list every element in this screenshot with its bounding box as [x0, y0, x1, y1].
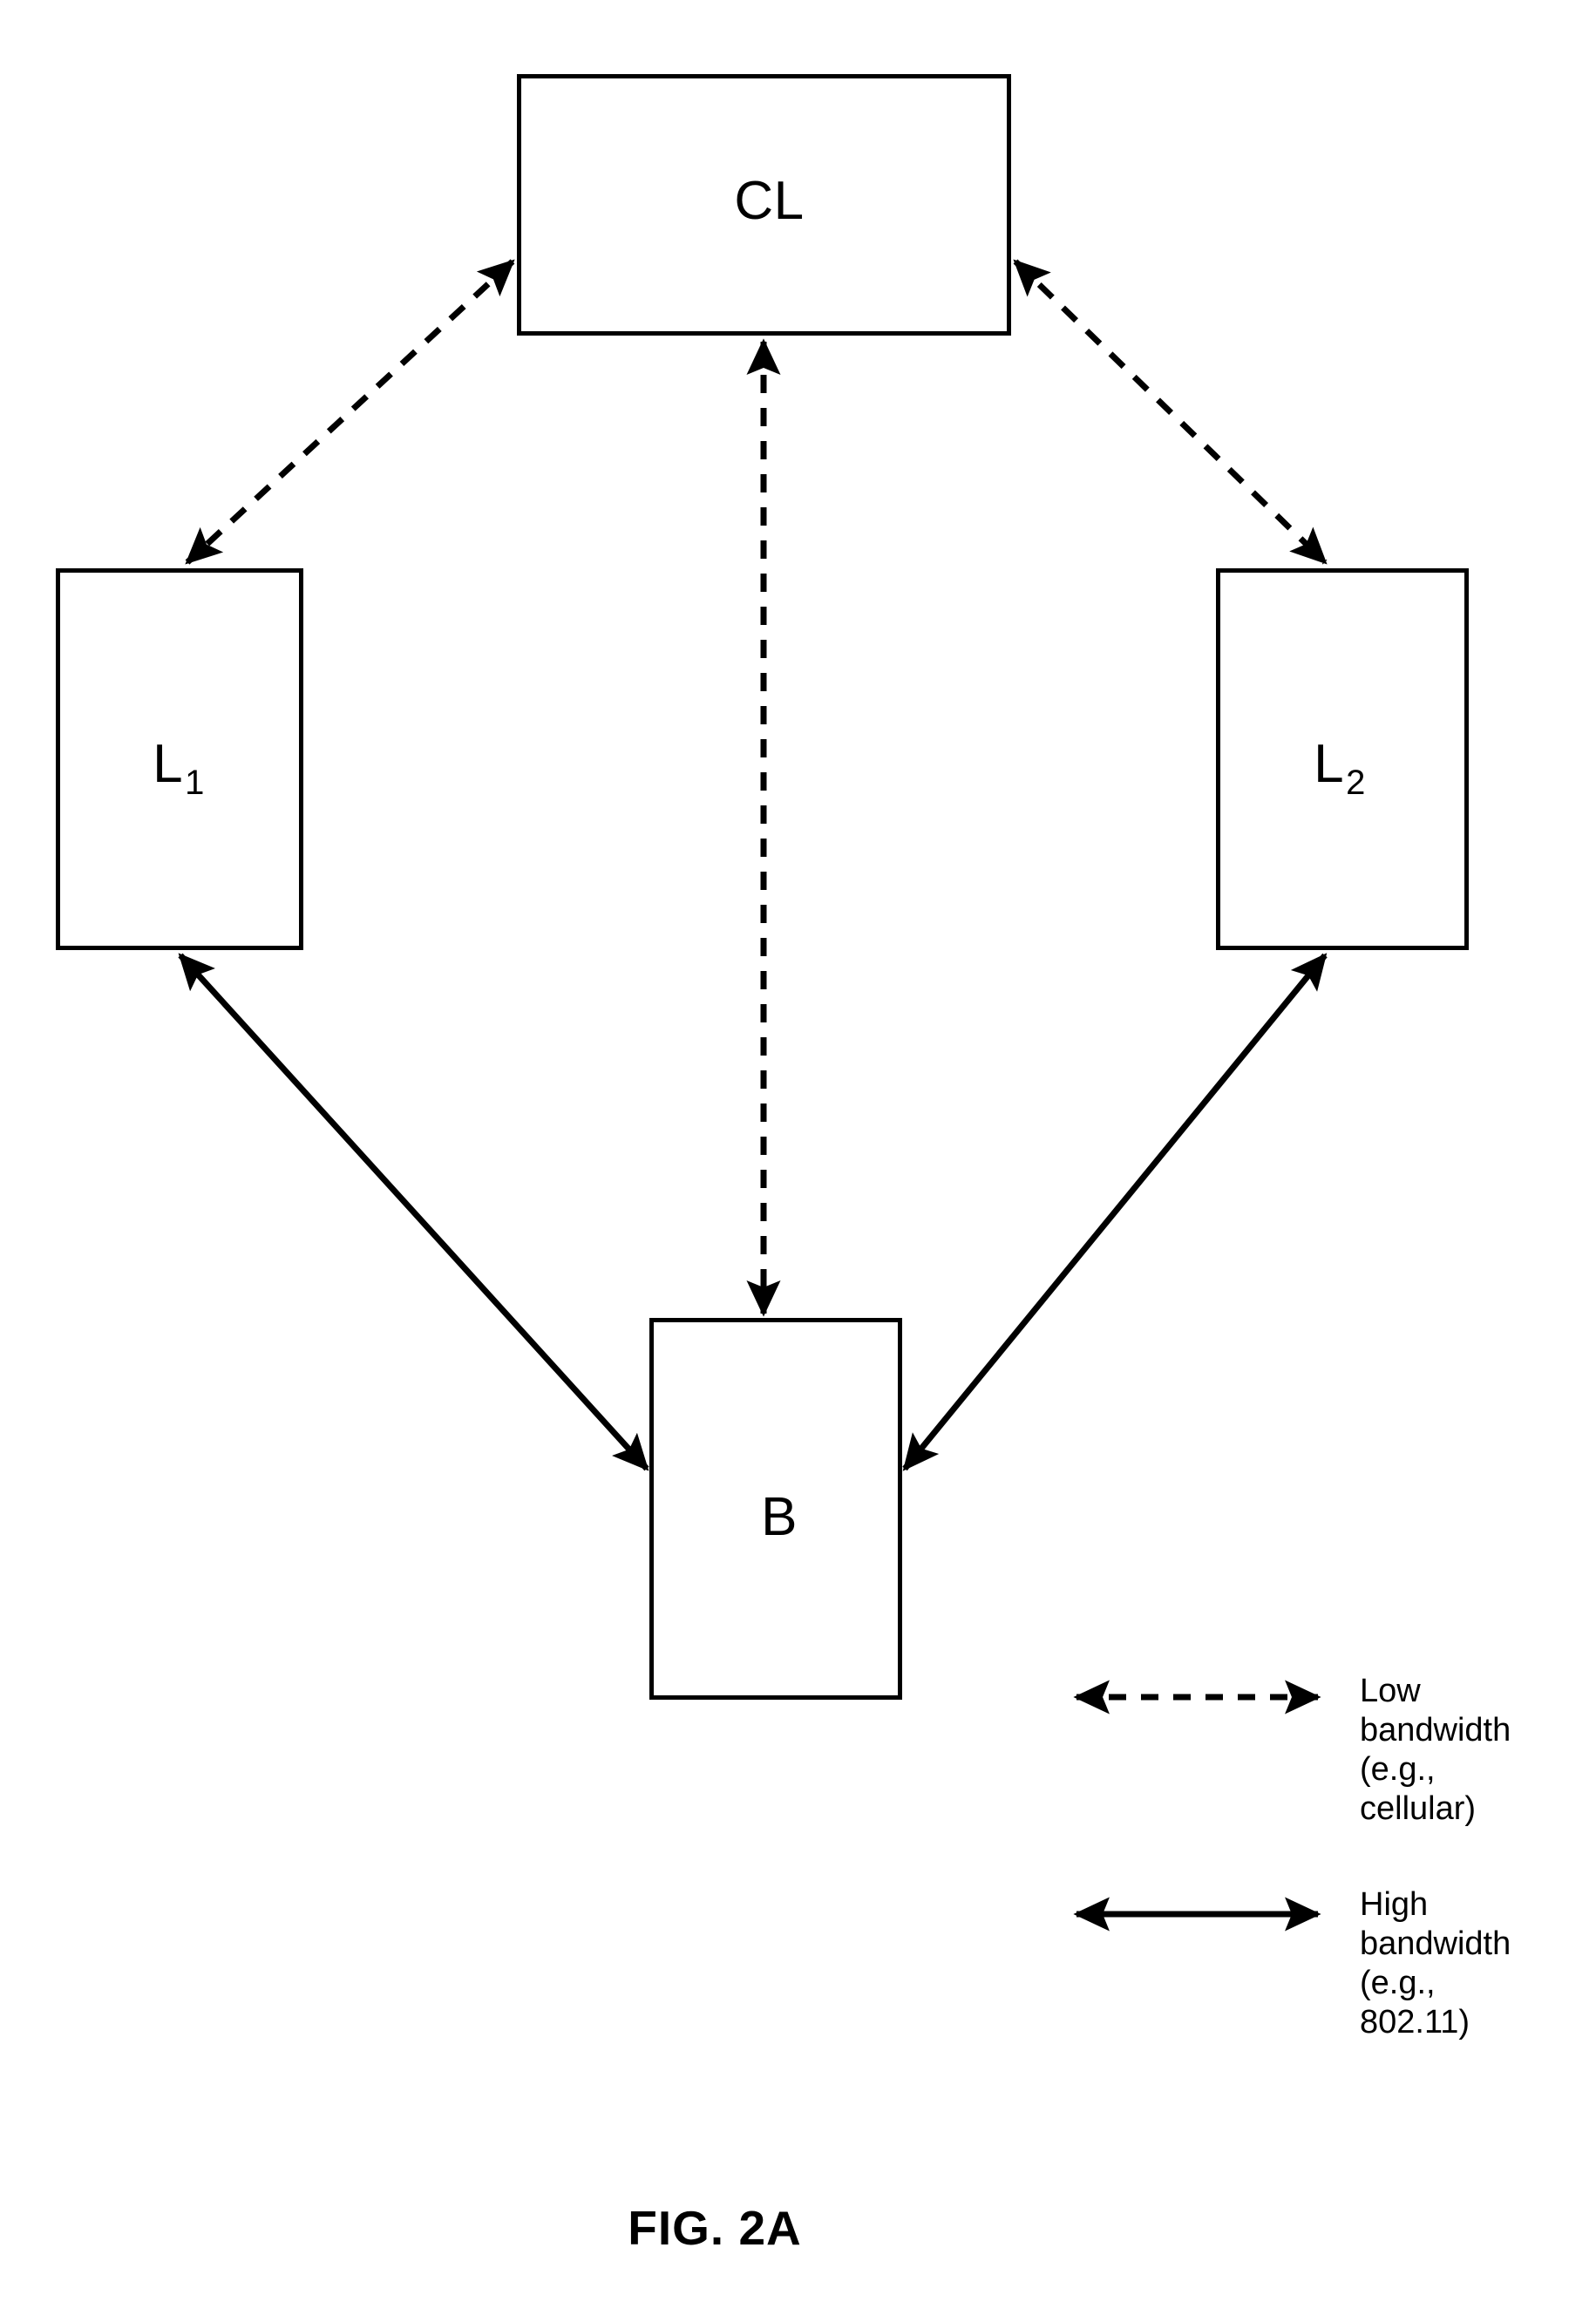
- node-l2-subscript: 2: [1346, 764, 1366, 802]
- node-l2: L2: [1216, 568, 1469, 950]
- connector-cl-l2: [1013, 259, 1328, 565]
- node-l1-subscript: 1: [185, 764, 205, 802]
- node-cl: CL: [517, 74, 1011, 336]
- node-b-label: B: [761, 1487, 798, 1547]
- figure-caption: FIG. 2A: [628, 2201, 802, 2255]
- node-b: B: [649, 1318, 902, 1700]
- connector-cl-l1: [185, 259, 515, 565]
- connector-l1-b: [178, 953, 649, 1471]
- diagram-canvas: [178, 259, 1328, 1932]
- connector-l2-b: [902, 953, 1328, 1471]
- node-l2-label: L2: [1314, 734, 1366, 802]
- legend-label-high-bandwidth: High bandwidth (e.g., 802.11): [1360, 1886, 1511, 2041]
- node-cl-label: CL: [734, 171, 805, 231]
- node-l1-label: L1: [153, 734, 205, 802]
- node-l1: L1: [56, 568, 303, 950]
- patent-figure-page: CL L1 L2 B Low bandwidth (e.g., cellular…: [0, 0, 1596, 2302]
- legend-label-low-bandwidth: Low bandwidth (e.g., cellular): [1360, 1673, 1511, 1827]
